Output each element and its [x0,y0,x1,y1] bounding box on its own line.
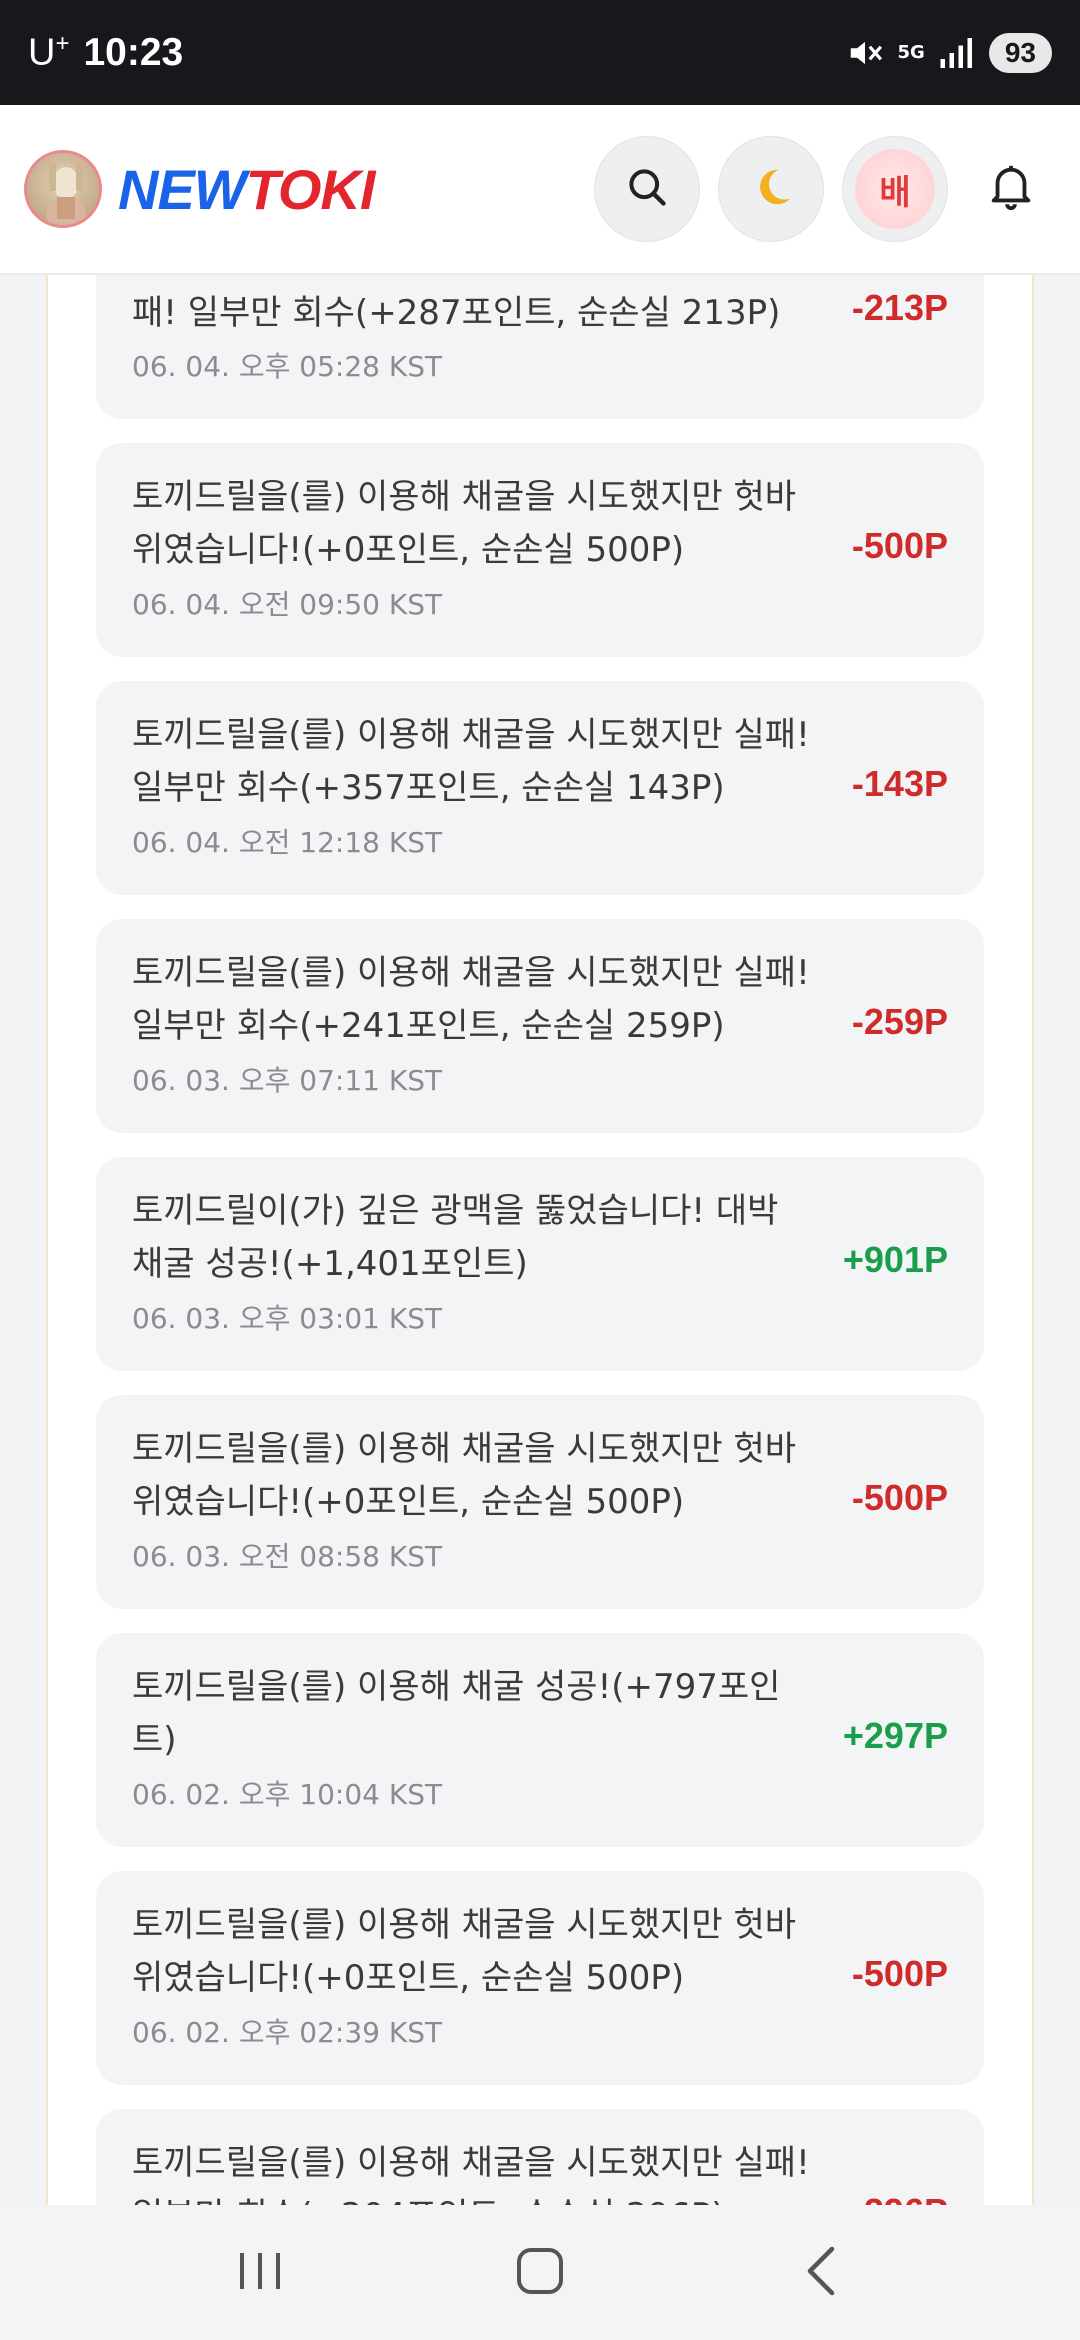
mute-icon [846,34,884,72]
transaction-card: 토끼드릴을(를) 이용해 채굴 성공!(+797포인트) 06. 02. 오후 1… [96,1633,984,1847]
recents-icon [236,2249,284,2297]
carrier-label: U+ [28,30,70,74]
transaction-message: 토끼드릴을(를) 이용해 채굴을 시도했지만 헛바위였습니다!(+0포인트, 순… [132,477,797,570]
transaction-card: 토끼드릴을(를) 이용해 채굴을 시도했지만 헛바위였습니다!(+0포인트, 순… [96,1395,984,1609]
transaction-card: 토끼드릴을(를) 이용해 채굴을 시도했지만 실패! 일부만 회수(+357포인… [96,681,984,895]
transaction-message: 토끼드릴을(를) 이용해 채굴을 시도했지만 헛바위였습니다!(+0포인트, 순… [132,1429,797,1522]
transaction-amount: -143P [851,763,948,804]
back-icon [802,2245,838,2301]
logo-new-text: NEW [118,157,247,221]
user-badge: 배 [855,149,935,229]
transaction-message: 토끼드릴을(를) 이용해 채굴을 시도했지만 실패! 일부만 회수(+357포인… [132,715,810,808]
transaction-time: 06. 02. 오후 02:39 KST [132,2016,443,2049]
bell-icon [987,162,1035,216]
transaction-amount: -259P [851,1001,948,1042]
transaction-message: 토끼드릴을(를) 이용해 채굴 성공!(+797포인트) [132,1667,781,1760]
notification-button[interactable] [966,144,1056,234]
transaction-card: 토끼드릴을(를) 이용해 채굴을 시도했지만 실패! 일부만 회수(+204포인… [96,2109,984,2205]
back-button[interactable] [760,2223,880,2323]
signal-icon [939,36,975,70]
transaction-time: 06. 02. 오후 10:04 KST [132,1778,443,1811]
header-actions: 배 [594,136,1056,242]
transaction-time: 06. 04. 오후 05:28 KST [132,350,443,383]
site-avatar-logo[interactable] [24,150,102,228]
transaction-list: 패! 일부만 회수(+287포인트, 순손실 213P) 06. 04. 오후 0… [96,275,984,2205]
logo-toki-text: TOKI [245,157,376,221]
site-logo[interactable]: NEWTOKI [118,157,376,222]
transaction-message: 토끼드릴을(를) 이용해 채굴을 시도했지만 헛바위였습니다!(+0포인트, 순… [132,1905,797,1998]
moon-icon [748,164,794,214]
user-badge-button[interactable]: 배 [842,136,948,242]
transaction-time: 06. 03. 오전 08:58 KST [132,1540,443,1573]
transaction-time: 06. 04. 오전 09:50 KST [132,588,443,621]
transaction-amount: +297P [842,1715,948,1756]
transaction-time: 06. 04. 오전 12:18 KST [132,826,443,859]
status-bar: U+ 10:23 5G 93 [0,0,1080,105]
transaction-card: 패! 일부만 회수(+287포인트, 순손실 213P) 06. 04. 오후 0… [96,275,984,419]
5g-icon: 5G [897,41,925,63]
app-header: NEWTOKI 배 [0,105,1080,275]
search-icon [625,165,669,213]
transaction-card: 토끼드릴을(를) 이용해 채굴을 시도했지만 헛바위였습니다!(+0포인트, 순… [96,1871,984,2085]
recents-button[interactable] [200,2223,320,2323]
content-area[interactable]: 패! 일부만 회수(+287포인트, 순손실 213P) 06. 04. 오후 0… [0,275,1080,2205]
theme-toggle-button[interactable] [718,136,824,242]
transaction-message: 패! 일부만 회수(+287포인트, 순손실 213P) [132,293,781,333]
status-left: U+ 10:23 [28,30,183,75]
transaction-time: 06. 03. 오후 07:11 KST [132,1064,443,1097]
search-button[interactable] [594,136,700,242]
transaction-amount: -500P [851,1953,948,1994]
transaction-card: 토끼드릴을(를) 이용해 채굴을 시도했지만 실패! 일부만 회수(+241포인… [96,919,984,1133]
system-nav-bar [0,2205,1080,2340]
battery-icon: 93 [988,32,1052,73]
status-time: 10:23 [83,30,184,74]
transaction-amount: +901P [842,1239,948,1280]
transaction-time: 06. 03. 오후 03:01 KST [132,1302,443,1335]
transaction-amount: -500P [851,525,948,566]
transaction-amount: -500P [851,1477,948,1518]
transaction-amount: -296P [852,2191,948,2205]
home-button[interactable] [480,2223,600,2323]
status-right: 5G 93 [846,32,1052,73]
transaction-amount: -213P [851,287,948,328]
transaction-message: 토끼드릴이(가) 깊은 광맥을 뚫었습니다! 대박 채굴 성공!(+1,401포… [132,1191,779,1284]
transaction-card: 토끼드릴이(가) 깊은 광맥을 뚫었습니다! 대박 채굴 성공!(+1,401포… [96,1157,984,1371]
transaction-message: 토끼드릴을(를) 이용해 채굴을 시도했지만 실패! 일부만 회수(+204포인… [132,2143,810,2205]
transaction-card: 토끼드릴을(를) 이용해 채굴을 시도했지만 헛바위였습니다!(+0포인트, 순… [96,443,984,657]
home-icon [515,2246,565,2300]
transaction-message: 토끼드릴을(를) 이용해 채굴을 시도했지만 실패! 일부만 회수(+241포인… [132,953,810,1046]
